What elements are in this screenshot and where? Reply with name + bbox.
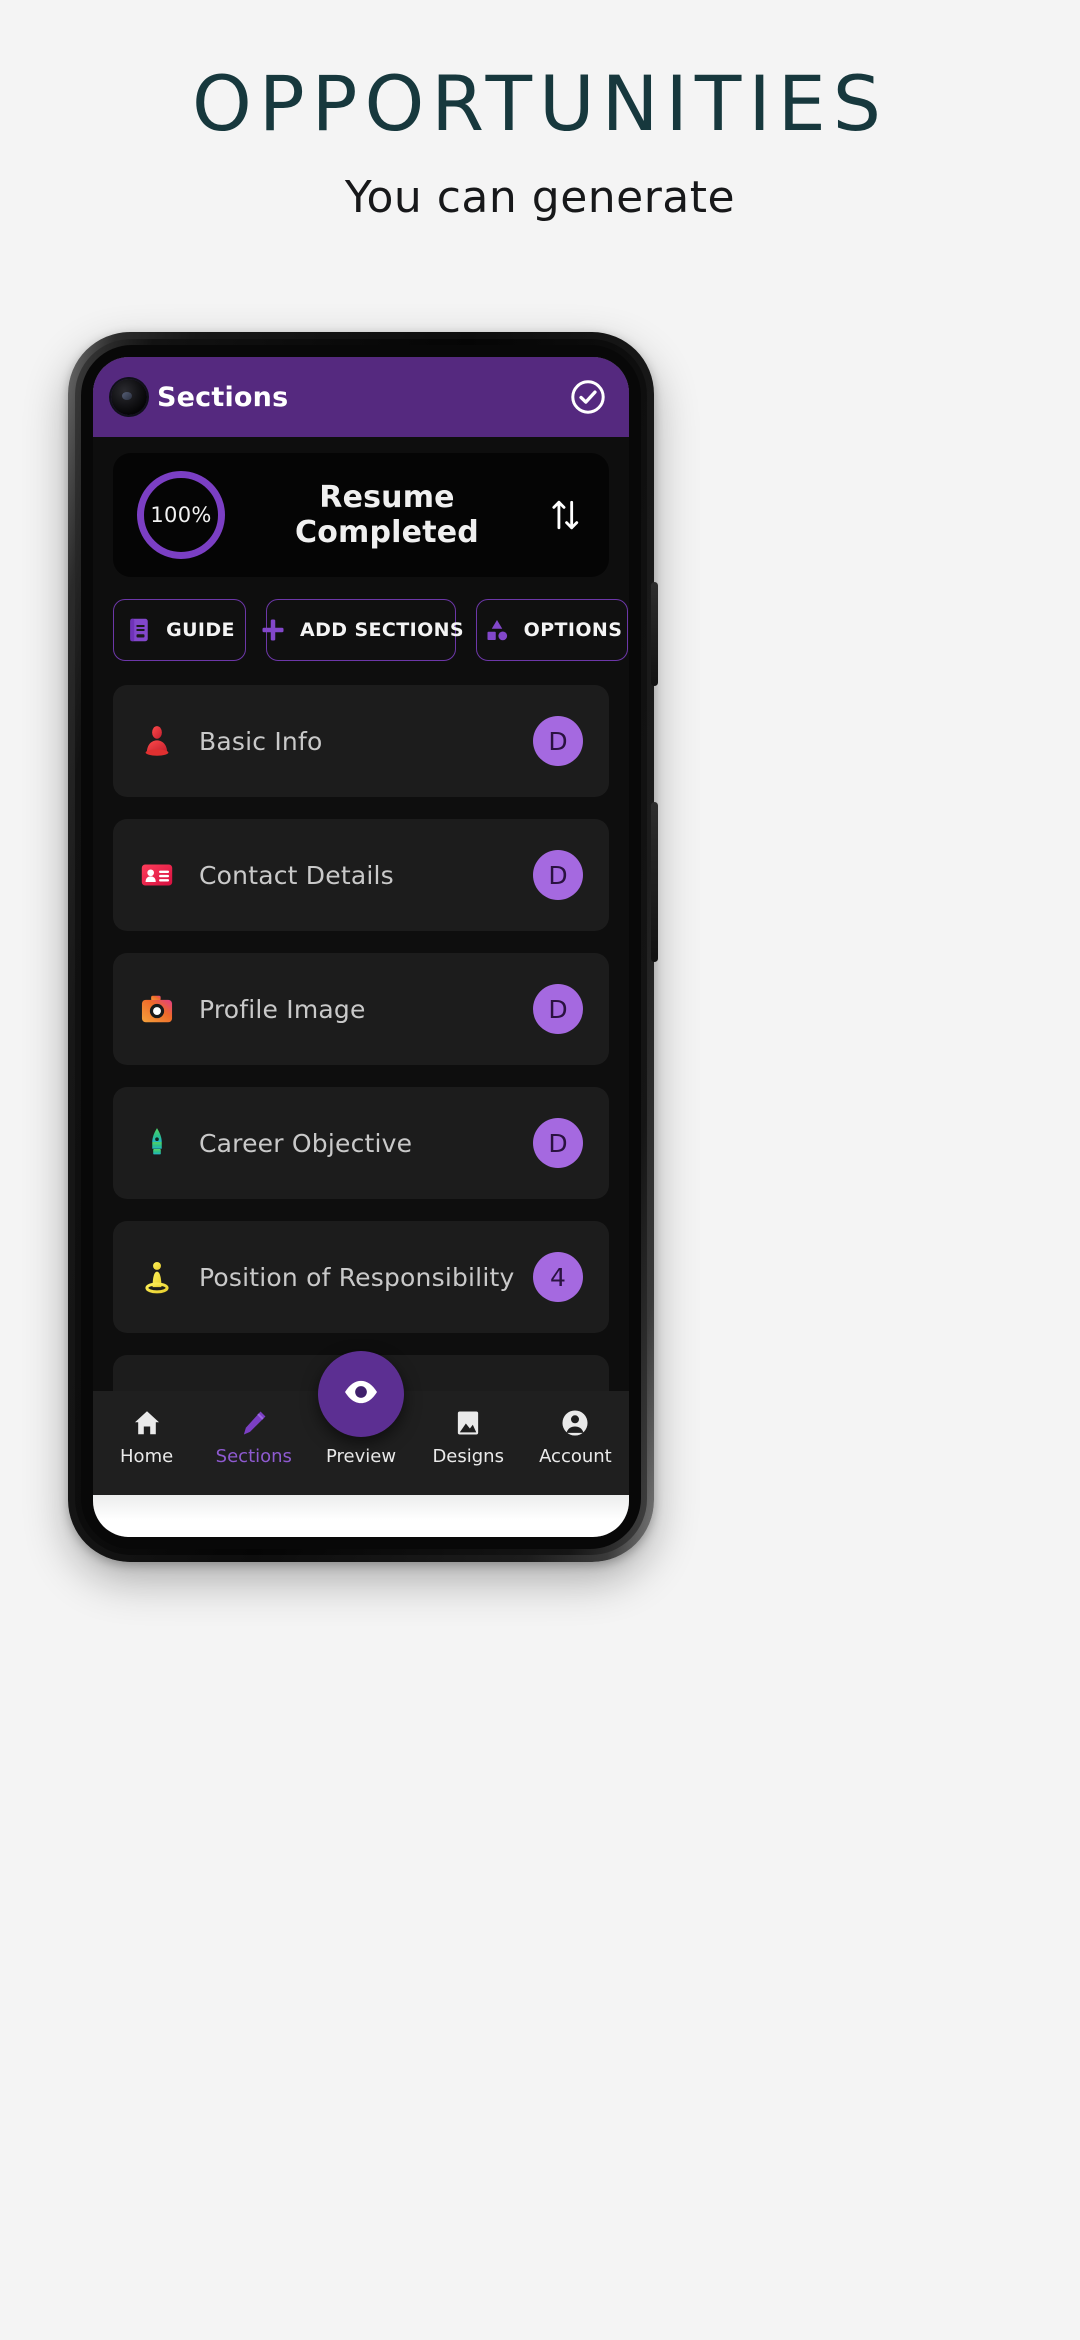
nav-item-home[interactable]: Home xyxy=(93,1407,200,1467)
section-badge[interactable]: D xyxy=(533,1118,583,1168)
nav-item-designs[interactable]: Designs xyxy=(415,1407,522,1467)
id-card-icon xyxy=(137,855,177,895)
nav-label: Preview xyxy=(325,1446,397,1467)
eye-icon xyxy=(341,1372,381,1416)
add-sections-button[interactable]: ADD SECTIONS xyxy=(262,599,464,661)
guide-button[interactable]: GUIDE xyxy=(113,599,246,661)
section-row-position-of-responsibility[interactable]: Position of Responsibility 4 xyxy=(113,1221,609,1333)
book-icon xyxy=(124,615,154,645)
nav-item-sections[interactable]: Sections xyxy=(200,1407,307,1467)
phone-screen: Sections 100% Resume Completed GUIDE ADD… xyxy=(93,357,629,1537)
sections-list: Basic Info D Contact Details D Profile I… xyxy=(113,685,609,1467)
front-camera-icon xyxy=(111,379,147,415)
section-label: Career Objective xyxy=(199,1128,413,1158)
shapes-icon xyxy=(482,615,512,645)
sort-arrows-icon[interactable] xyxy=(549,496,583,534)
page-subtitle: You can generate xyxy=(344,172,736,223)
page-title: OPPORTUNITIES xyxy=(192,59,888,148)
phone-mockup: Sections 100% Resume Completed GUIDE ADD… xyxy=(68,332,658,1562)
volume-button[interactable] xyxy=(651,582,658,686)
bottom-nav-wrap: Home Sections Preview Designs Account xyxy=(93,1351,629,1537)
section-label: Profile Image xyxy=(199,994,366,1024)
home-icon xyxy=(131,1407,163,1439)
app-bar: Sections xyxy=(93,357,629,437)
section-label: Contact Details xyxy=(199,860,394,890)
section-badge[interactable]: D xyxy=(533,716,583,766)
progress-percent-label: 100% xyxy=(150,503,212,527)
power-button[interactable] xyxy=(651,802,658,962)
section-row-contact-details[interactable]: Contact Details D xyxy=(113,819,609,931)
person-red-icon xyxy=(137,721,177,761)
app-root: Sections 100% Resume Completed GUIDE ADD… xyxy=(93,357,629,1537)
image-icon xyxy=(452,1407,484,1439)
nav-label: Account xyxy=(539,1446,612,1467)
account-icon xyxy=(559,1407,591,1439)
guide-button-label: GUIDE xyxy=(166,619,235,641)
options-button-label: OPTIONS xyxy=(523,619,623,641)
pencil-icon xyxy=(238,1407,270,1439)
section-row-career-objective[interactable]: Career Objective D xyxy=(113,1087,609,1199)
section-row-profile-image[interactable]: Profile Image D xyxy=(113,953,609,1065)
section-badge[interactable]: D xyxy=(533,984,583,1034)
section-label: Basic Info xyxy=(199,726,323,756)
section-row-basic-info[interactable]: Basic Info D xyxy=(113,685,609,797)
add-sections-button-label: ADD SECTIONS xyxy=(299,619,465,641)
app-bar-title: Sections xyxy=(157,381,289,413)
progress-title: Resume Completed xyxy=(295,480,479,550)
nav-label: Home xyxy=(120,1446,174,1467)
options-button[interactable]: OPTIONS xyxy=(476,599,628,661)
section-label: Position of Responsibility xyxy=(199,1262,515,1292)
section-badge[interactable]: 4 xyxy=(533,1252,583,1302)
action-button-row: GUIDE ADD SECTIONS OPTIONS xyxy=(113,599,628,661)
gesture-nav-area xyxy=(93,1495,629,1537)
camera-icon xyxy=(137,989,177,1029)
progress-ring: 100% xyxy=(137,471,225,559)
nav-item-account[interactable]: Account xyxy=(522,1407,629,1467)
section-badge[interactable]: D xyxy=(533,850,583,900)
promo-header: OPPORTUNITIES You can generate xyxy=(0,0,1080,224)
preview-fab-button[interactable] xyxy=(318,1351,404,1437)
podium-icon xyxy=(137,1257,177,1297)
resume-progress-card[interactable]: 100% Resume Completed xyxy=(113,453,609,577)
nav-label: Designs xyxy=(432,1446,504,1467)
check-circle-icon[interactable] xyxy=(569,378,607,416)
pen-nib-icon xyxy=(137,1123,177,1163)
plus-icon xyxy=(258,615,288,645)
nav-label: Sections xyxy=(215,1446,292,1467)
